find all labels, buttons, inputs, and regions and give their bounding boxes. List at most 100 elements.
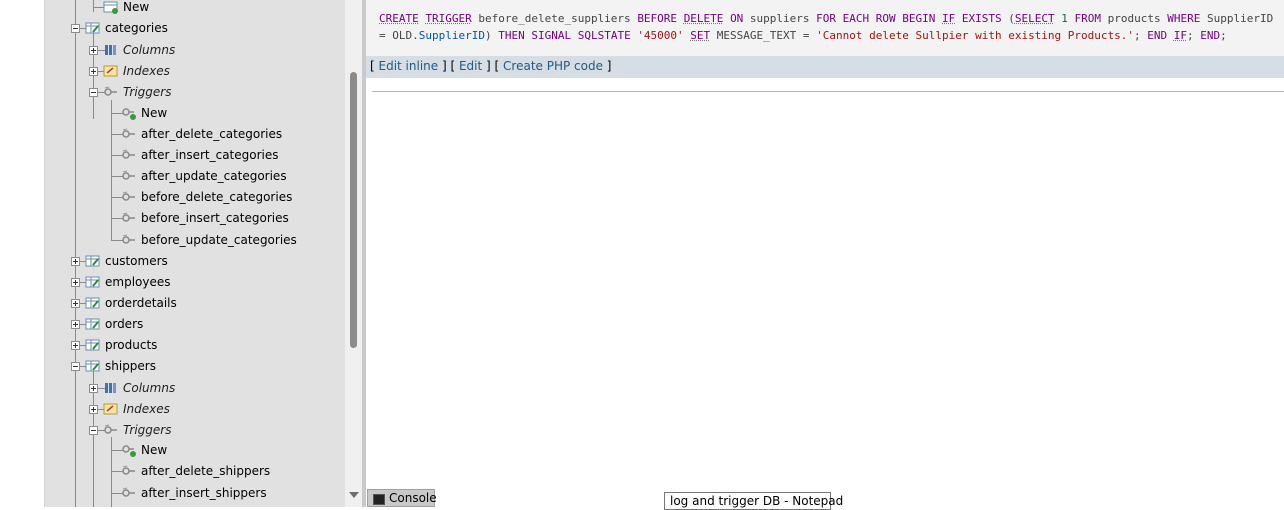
tree-item-label[interactable]: after_delete_categories: [141, 125, 282, 143]
tree-item-new-trigger[interactable]: New: [45, 104, 345, 122]
sql-token: THEN SIGNAL SQLSTATE: [498, 29, 631, 42]
sql-token: IF: [942, 12, 956, 25]
console-label: Console: [389, 491, 437, 505]
sql-token: SELECT: [1014, 12, 1055, 25]
sql-token: SupplierID: [418, 29, 485, 42]
table-icon: [85, 275, 101, 289]
sql-token: (: [1001, 12, 1015, 25]
sql-token: EXISTS: [961, 12, 1002, 25]
tree-item-trigger[interactable]: before_delete_categories: [45, 188, 345, 206]
tree-item-label[interactable]: shippers: [105, 357, 156, 375]
table-icon: [85, 296, 101, 310]
collapse-minus-icon[interactable]: [89, 88, 98, 97]
sql-token: DELETE: [683, 12, 724, 25]
expand-plus-icon[interactable]: [89, 46, 98, 55]
tree-item-label[interactable]: before_update_categories: [141, 231, 297, 249]
tree-item-label[interactable]: before_insert_categories: [141, 209, 289, 227]
table-icon: [85, 338, 101, 352]
sql-token: ON: [730, 12, 744, 25]
tree-item-table[interactable]: customers: [45, 252, 345, 270]
tree-item-trigger[interactable]: before_insert_categories: [45, 209, 345, 227]
divider-line: [372, 91, 1284, 92]
tree-item-triggers[interactable]: Triggers: [45, 83, 345, 101]
tree-item-columns[interactable]: Columns: [45, 41, 345, 59]
expand-plus-icon[interactable]: [71, 278, 80, 287]
tree-item-table[interactable]: shippers: [45, 357, 345, 375]
tree-item-indexes[interactable]: Indexes: [45, 62, 345, 80]
query-actions: [ Edit inline ] [ Edit ] [ Create PHP co…: [370, 59, 612, 73]
expand-plus-icon[interactable]: [89, 384, 98, 393]
scrollbar-thumb[interactable]: [350, 72, 357, 348]
sql-token: MESSAGE_TEXT =: [710, 29, 817, 42]
expand-plus-icon[interactable]: [89, 405, 98, 414]
tree-item-new-trigger[interactable]: New: [45, 441, 345, 459]
expand-plus-icon[interactable]: [71, 341, 80, 350]
table-icon: [85, 254, 101, 268]
sql-token: ): [484, 29, 499, 42]
tree-item-columns[interactable]: Columns: [45, 379, 345, 397]
tree-item-label[interactable]: after_delete_shippers: [141, 462, 270, 480]
tree-item-label[interactable]: categories: [105, 19, 168, 37]
tree-item-table[interactable]: products: [45, 336, 345, 354]
tree-item-indexes[interactable]: Indexes: [45, 400, 345, 418]
tree-item-table[interactable]: orders: [45, 315, 345, 333]
taskbar-tooltip: log and trigger DB - Notepad: [664, 492, 843, 510]
sql-token: SET: [690, 29, 711, 42]
tree-item-label[interactable]: customers: [105, 252, 168, 270]
expand-plus-icon[interactable]: [71, 299, 80, 308]
collapse-minus-icon[interactable]: [71, 24, 80, 33]
trigger-icon: [121, 486, 137, 500]
tree-item-table[interactable]: employees: [45, 273, 345, 291]
table-icon: [85, 21, 101, 35]
sql-token: ;: [1220, 29, 1227, 42]
indexes-icon: [103, 64, 119, 78]
tree-item-trigger[interactable]: after_delete_shippers: [45, 462, 345, 480]
tree-item-label[interactable]: Columns: [123, 41, 175, 59]
collapse-minus-icon[interactable]: [71, 362, 80, 371]
tree-item-label[interactable]: New: [141, 104, 167, 122]
console-tab[interactable]: Console: [367, 489, 437, 507]
tree-item-label[interactable]: Triggers: [123, 421, 171, 439]
trigger-icon: [121, 211, 137, 225]
tree-item-label[interactable]: Indexes: [123, 62, 170, 80]
sql-token: products: [1101, 12, 1168, 25]
tree-item-label[interactable]: employees: [105, 273, 170, 291]
expand-plus-icon[interactable]: [71, 257, 80, 266]
tree-item-trigger[interactable]: after_update_categories: [45, 167, 345, 185]
tree-item-label[interactable]: after_insert_shippers: [141, 484, 267, 502]
tree-item-triggers[interactable]: Triggers: [45, 421, 345, 439]
expand-plus-icon[interactable]: [71, 320, 80, 329]
tree-item-trigger[interactable]: after_insert_categories: [45, 146, 345, 164]
edit-link[interactable]: Edit: [459, 59, 482, 73]
expand-plus-icon[interactable]: [89, 67, 98, 76]
sql-token: FOR EACH ROW BEGIN: [816, 12, 936, 25]
tree-item-label[interactable]: before_delete_categories: [141, 188, 292, 206]
tree-item-label[interactable]: after_insert_categories: [141, 146, 279, 164]
tree-item-label[interactable]: Indexes: [123, 400, 170, 418]
tree-item-label[interactable]: after_update_categories: [141, 167, 287, 185]
tree-item-label[interactable]: New: [141, 441, 167, 459]
tree-item-trigger[interactable]: before_update_categories: [45, 231, 345, 249]
create-php-code-link[interactable]: Create PHP code: [503, 59, 603, 73]
edit-inline-link[interactable]: Edit inline: [379, 59, 439, 73]
tree-item-label[interactable]: orders: [105, 315, 143, 333]
tree-item-label[interactable]: orderdetails: [105, 294, 177, 312]
tree-item-label[interactable]: Columns: [123, 379, 175, 397]
triggers-icon: [103, 423, 119, 437]
tree-item-trigger[interactable]: after_insert_shippers: [45, 484, 345, 502]
tree-item-table[interactable]: categories: [45, 19, 345, 37]
new-trigger-icon: [121, 443, 137, 457]
sql-token: 1: [1061, 12, 1068, 25]
scroll-down-arrow-icon[interactable]: [349, 492, 359, 498]
tree-item-label[interactable]: products: [105, 336, 157, 354]
sql-code: CREATE TRIGGER before_delete_suppliers B…: [379, 10, 1274, 44]
collapse-minus-icon[interactable]: [89, 426, 98, 435]
tree-item-trigger[interactable]: after_delete_categories: [45, 125, 345, 143]
tree-item-table[interactable]: orderdetails: [45, 294, 345, 312]
tree-item-label[interactable]: Triggers: [123, 83, 171, 101]
nav-scrollbar[interactable]: [345, 0, 362, 507]
tree-item-label[interactable]: New: [123, 0, 149, 16]
tree-item-new-table[interactable]: New: [45, 0, 345, 16]
